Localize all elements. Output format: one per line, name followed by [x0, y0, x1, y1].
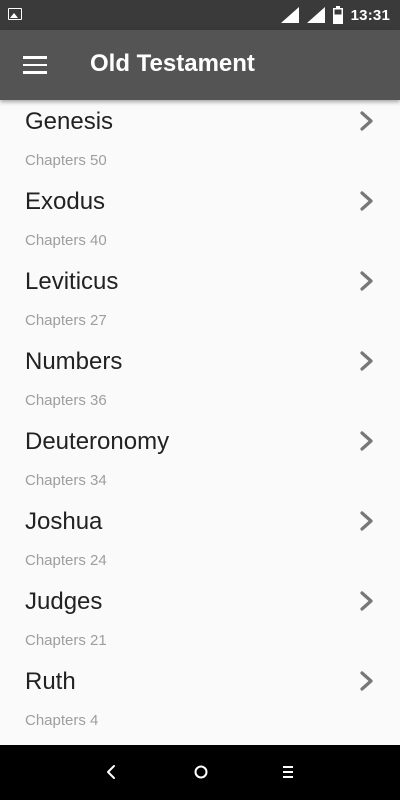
recent-apps-icon[interactable]: [281, 763, 295, 781]
app-bar: Old Testament: [0, 30, 400, 100]
book-name: Genesis: [25, 108, 114, 135]
book-chapters: Chapters 24: [25, 552, 107, 569]
chevron-right-icon: [360, 351, 373, 371]
chevron-right-icon: [360, 671, 373, 691]
status-icons: 13:31: [280, 0, 390, 30]
book-name: Deuteronomy: [25, 428, 170, 455]
book-chapters: Chapters 21: [25, 632, 107, 649]
list-item-judges[interactable]: Judges Chapters 21: [0, 580, 400, 660]
status-bar: 13:31: [0, 0, 400, 30]
battery-icon: [332, 6, 343, 24]
book-chapters: Chapters 50: [25, 152, 107, 169]
back-icon[interactable]: [104, 763, 118, 781]
menu-icon[interactable]: [23, 56, 47, 74]
book-name: Judges: [25, 588, 103, 615]
book-chapters: Chapters 36: [25, 392, 107, 409]
list-item-numbers[interactable]: Numbers Chapters 36: [0, 340, 400, 420]
book-name: Exodus: [25, 188, 106, 215]
book-chapters: Chapters 27: [25, 312, 107, 329]
chevron-right-icon: [360, 191, 373, 211]
book-chapters: Chapters 4: [25, 712, 99, 729]
signal-icon: [306, 7, 325, 23]
book-name: Joshua: [25, 508, 103, 535]
home-icon[interactable]: [193, 763, 209, 781]
chevron-right-icon: [360, 511, 373, 531]
book-name: Ruth: [25, 668, 76, 695]
book-name: Leviticus: [25, 268, 119, 295]
book-name: Numbers: [25, 348, 123, 375]
book-chapters: Chapters 34: [25, 472, 107, 489]
list-item-ruth[interactable]: Ruth Chapters 4: [0, 660, 400, 740]
chevron-right-icon: [360, 111, 373, 131]
page-title: Old Testament: [90, 50, 255, 77]
book-list: Genesis Chapters 50 Exodus Chapters 40 L…: [0, 100, 400, 745]
image-notification-icon: [8, 8, 22, 20]
chevron-right-icon: [360, 271, 373, 291]
chevron-right-icon: [360, 431, 373, 451]
list-item-leviticus[interactable]: Leviticus Chapters 27: [0, 260, 400, 340]
status-time: 13:31: [350, 6, 390, 24]
chevron-right-icon: [360, 591, 373, 611]
list-item-deuteronomy[interactable]: Deuteronomy Chapters 34: [0, 420, 400, 500]
list-item-genesis[interactable]: Genesis Chapters 50: [0, 100, 400, 180]
system-navigation-bar: [0, 745, 400, 800]
list-item-exodus[interactable]: Exodus Chapters 40: [0, 180, 400, 260]
list-item-joshua[interactable]: Joshua Chapters 24: [0, 500, 400, 580]
book-chapters: Chapters 40: [25, 232, 107, 249]
signal-icon: [280, 7, 299, 23]
